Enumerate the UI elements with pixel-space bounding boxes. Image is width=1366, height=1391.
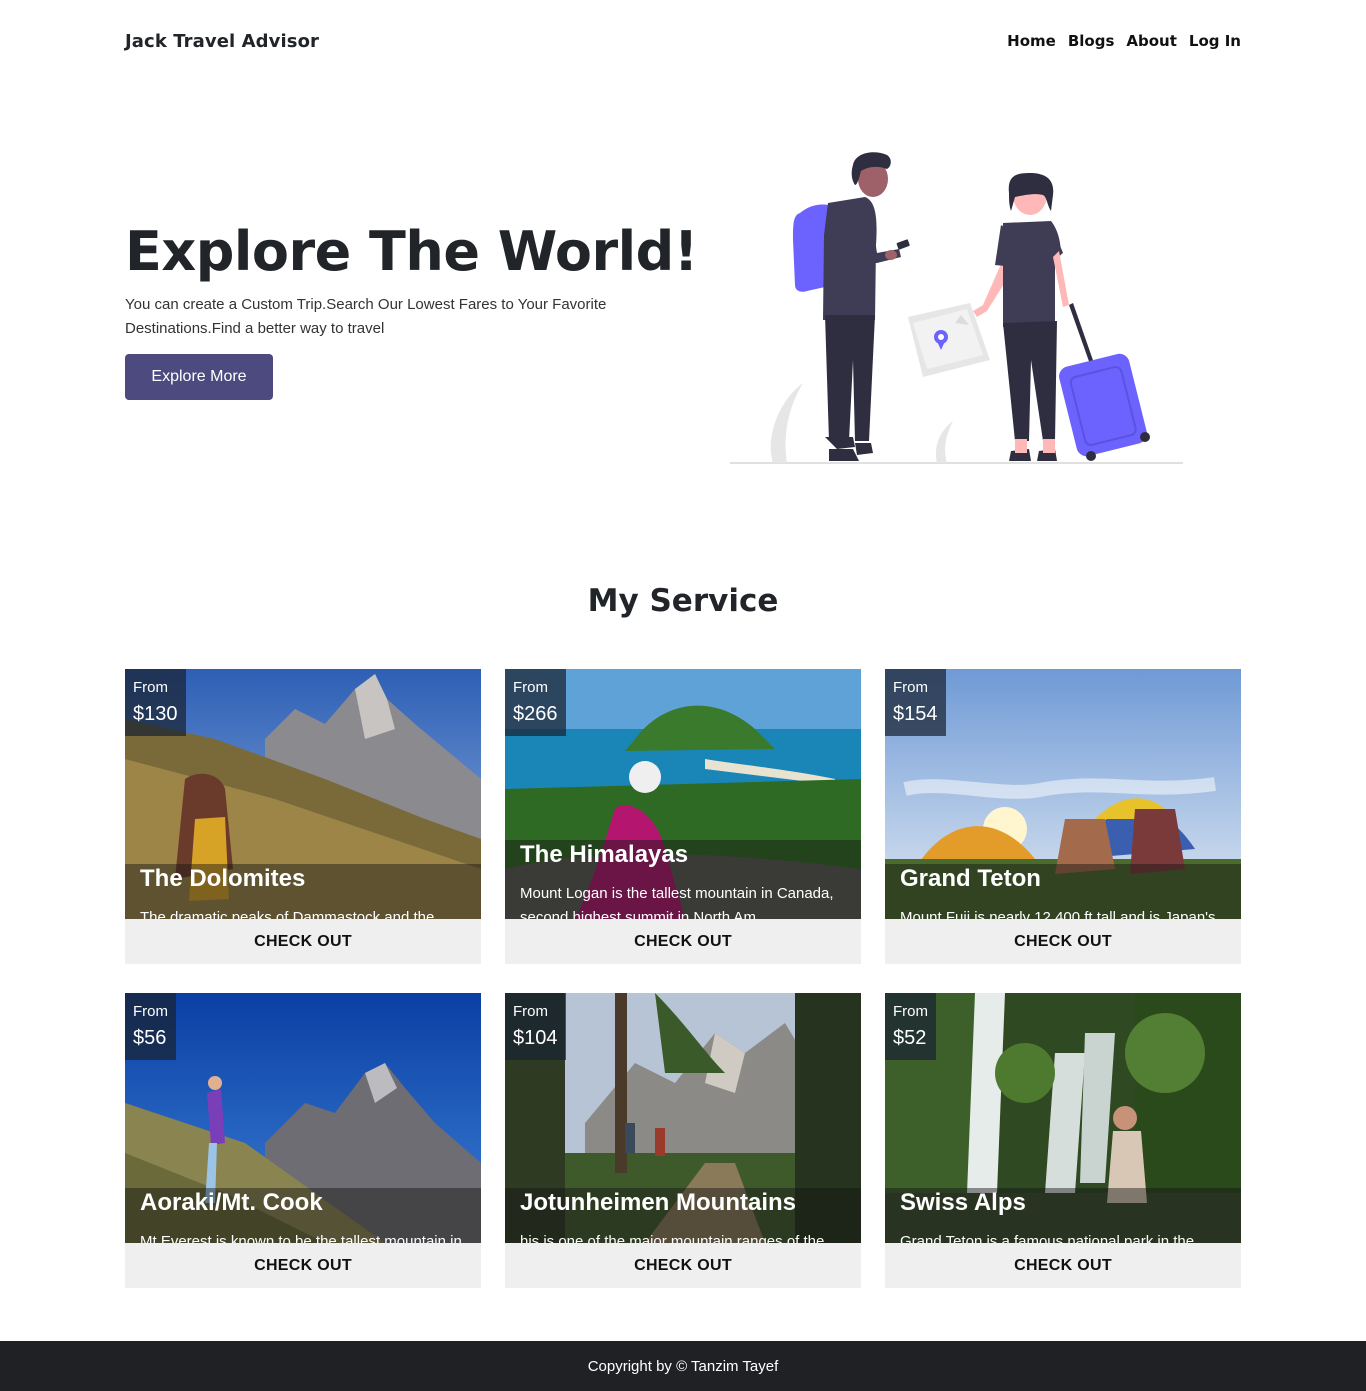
card-title: Jotunheimen Mountains bbox=[520, 1189, 796, 1216]
price-from-label: From bbox=[133, 1003, 168, 1020]
copyright-text: Copyright by © Tanzim Tayef bbox=[587, 1357, 779, 1375]
service-card-dolomites: From $130 The Dolomites The dramatic pea… bbox=[125, 669, 481, 964]
service-section-title: My Service bbox=[587, 583, 779, 619]
card-title: Aoraki/Mt. Cook bbox=[140, 1189, 323, 1216]
price-value: $266 bbox=[513, 703, 558, 725]
price-from-label: From bbox=[133, 679, 168, 696]
travelers-illustration bbox=[730, 152, 1183, 464]
price-from-label: From bbox=[513, 679, 548, 696]
price-value: $154 bbox=[893, 703, 938, 725]
service-card-jotunheimen: From $104 Jotunheimen Mountains his is o… bbox=[505, 993, 861, 1288]
check-out-button[interactable]: CHECK OUT bbox=[125, 1243, 481, 1288]
price-tag: From $52 bbox=[885, 993, 936, 1060]
price-tag: From $104 bbox=[505, 993, 566, 1060]
price-value: $52 bbox=[893, 1027, 927, 1049]
price-value: $56 bbox=[133, 1027, 167, 1049]
hero-text: Explore The World! You can create a Cust… bbox=[125, 220, 698, 341]
price-tag: From $154 bbox=[885, 669, 946, 736]
check-out-button[interactable]: CHECK OUT bbox=[505, 919, 861, 964]
card-title: Swiss Alps bbox=[900, 1189, 1026, 1216]
card-title: Grand Teton bbox=[900, 865, 1041, 892]
price-from-label: From bbox=[893, 1003, 928, 1020]
check-out-button[interactable]: CHECK OUT bbox=[885, 919, 1241, 964]
price-tag: From $130 bbox=[125, 669, 186, 736]
brand-logo[interactable]: Jack Travel Advisor bbox=[125, 31, 319, 52]
check-out-button[interactable]: CHECK OUT bbox=[125, 919, 481, 964]
nav-links: Home Blogs About Log In bbox=[1007, 32, 1241, 50]
hero-subtitle: You can create a Custom Trip.Search Our … bbox=[125, 296, 607, 337]
service-card-grand-teton: From $154 Grand Teton Mount Fuji is near… bbox=[885, 669, 1241, 964]
service-card-aoraki: From $56 Aoraki/Mt. Cook Mt Everest is k… bbox=[125, 993, 481, 1288]
navbar: Jack Travel Advisor Home Blogs About Log… bbox=[125, 0, 1241, 82]
check-out-button[interactable]: CHECK OUT bbox=[885, 1243, 1241, 1288]
price-from-label: From bbox=[893, 679, 928, 696]
service-card-himalayas: From $266 The Himalayas Mount Logan is t… bbox=[505, 669, 861, 964]
service-card-swiss-alps: From $52 Swiss Alps Grand Teton is a fam… bbox=[885, 993, 1241, 1288]
nav-link-blogs[interactable]: Blogs bbox=[1068, 32, 1115, 50]
nav-link-login[interactable]: Log In bbox=[1189, 32, 1241, 50]
check-out-button[interactable]: CHECK OUT bbox=[505, 1243, 861, 1288]
card-title: The Himalayas bbox=[520, 841, 689, 868]
price-value: $130 bbox=[133, 703, 178, 725]
footer: Copyright by © Tanzim Tayef bbox=[0, 1341, 1366, 1391]
nav-link-about[interactable]: About bbox=[1126, 32, 1177, 50]
card-title: The Dolomites bbox=[140, 865, 306, 892]
hero-title: Explore The World! bbox=[125, 220, 698, 283]
explore-more-button[interactable]: Explore More bbox=[125, 354, 273, 400]
price-tag: From $56 bbox=[125, 993, 176, 1060]
price-from-label: From bbox=[513, 1003, 548, 1020]
nav-link-home[interactable]: Home bbox=[1007, 32, 1056, 50]
price-value: $104 bbox=[513, 1027, 558, 1049]
price-tag: From $266 bbox=[505, 669, 566, 736]
